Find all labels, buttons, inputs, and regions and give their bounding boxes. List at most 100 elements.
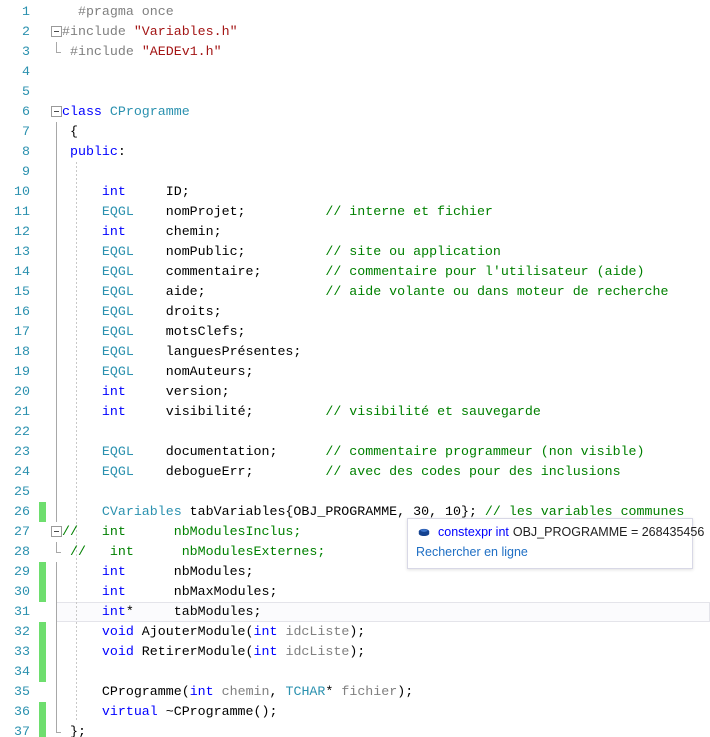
change-indicator-bar [39, 242, 46, 262]
code-line[interactable]: 31 int* tabModules; [0, 602, 710, 622]
code-text[interactable]: EQGL languesPrésentes; [62, 342, 302, 362]
collapse-toggle-icon[interactable] [51, 26, 62, 37]
code-text[interactable]: { [62, 122, 78, 142]
outlining-vertical-line [56, 462, 57, 482]
code-line[interactable]: 11 EQGL nomProjet; // interne et fichier [0, 202, 710, 222]
code-text[interactable]: EQGL documentation; // commentaire progr… [62, 442, 645, 462]
token-id: ID; [125, 184, 190, 199]
code-line[interactable]: 37 }; [0, 722, 710, 737]
code-line[interactable]: 3 #include "AEDEv1.h" [0, 42, 710, 62]
search-online-link[interactable]: Rechercher en ligne [416, 543, 684, 562]
token-typ: EQGL [101, 324, 134, 339]
code-line[interactable]: 1 #pragma once [0, 2, 710, 22]
outlining-vertical-line [56, 502, 57, 522]
code-line[interactable]: 24 EQGL debogueErr; // avec des codes po… [0, 462, 710, 482]
code-text[interactable]: void RetirerModule(int idcListe); [62, 642, 365, 662]
line-number: 34 [14, 664, 30, 679]
code-text[interactable]: EQGL motsClefs; [62, 322, 246, 342]
code-text[interactable]: CProgramme(int chemin, TCHAR* fichier); [62, 682, 413, 702]
code-text[interactable]: EQGL nomProjet; // interne et fichier [62, 202, 493, 222]
code-text[interactable]: int ID; [62, 182, 190, 202]
code-text[interactable]: EQGL nomAuteurs; [62, 362, 254, 382]
code-text[interactable]: int chemin; [62, 222, 222, 242]
code-text[interactable]: EQGL debogueErr; // avec des codes pour … [62, 462, 621, 482]
change-indicator-bar [39, 702, 46, 722]
code-text[interactable]: #pragma once [62, 2, 174, 22]
code-line[interactable]: 20 int version; [0, 382, 710, 402]
code-line[interactable]: 2 #include "Variables.h" [0, 22, 710, 42]
code-text[interactable]: // int nbModulesExternes; [62, 542, 325, 562]
code-line[interactable]: 17 EQGL motsClefs; [0, 322, 710, 342]
code-text[interactable]: virtual ~CProgramme(); [62, 702, 278, 722]
collapse-toggle-icon[interactable] [51, 106, 62, 117]
token-punct [62, 504, 102, 519]
collapse-toggle-icon[interactable] [51, 526, 62, 537]
code-text[interactable]: int* tabModules; [62, 602, 262, 622]
code-line[interactable]: 10 int ID; [0, 182, 710, 202]
code-line[interactable]: 6 class CProgramme [0, 102, 710, 122]
code-line[interactable]: 7 { [0, 122, 710, 142]
token-id: CProgramme( [101, 684, 190, 699]
code-line[interactable]: 23 EQGL documentation; // commentaire pr… [0, 442, 710, 462]
line-number: 7 [22, 124, 30, 139]
line-number: 2 [22, 24, 30, 39]
token-punct: : [117, 144, 126, 159]
code-line[interactable]: 19 EQGL nomAuteurs; [0, 362, 710, 382]
change-indicator-bar [39, 722, 46, 737]
code-text[interactable]: // int nbModulesInclus; [62, 522, 301, 542]
line-number: 4 [22, 64, 30, 79]
outlining-vertical-line [56, 162, 57, 182]
code-text[interactable]: EQGL commentaire; // commentaire pour l'… [62, 262, 645, 282]
change-indicator-bar [39, 302, 46, 322]
code-line[interactable]: 32 void AjouterModule(int idcListe); [0, 622, 710, 642]
token-punct [62, 244, 102, 259]
code-line[interactable]: 25 [0, 482, 710, 502]
token-punct [62, 284, 102, 299]
token-id: * [325, 684, 342, 699]
line-number: 28 [14, 544, 30, 559]
code-text[interactable]: #include "Variables.h" [62, 22, 238, 42]
outlining-vertical-line [56, 422, 57, 442]
code-line[interactable]: 35 CProgramme(int chemin, TCHAR* fichier… [0, 682, 710, 702]
code-text[interactable]: int version; [62, 382, 230, 402]
code-line[interactable]: 8 public: [0, 142, 710, 162]
outlining-vertical-line [56, 362, 57, 382]
code-line[interactable]: 18 EQGL languesPrésentes; [0, 342, 710, 362]
code-text[interactable]: EQGL aide; // aide volante ou dans moteu… [62, 282, 669, 302]
code-line[interactable]: 21 int visibilité; // visibilité et sauv… [0, 402, 710, 422]
code-line[interactable]: 33 void RetirerModule(int idcListe); [0, 642, 710, 662]
code-text[interactable]: class CProgramme [62, 102, 190, 122]
code-line[interactable]: 13 EQGL nomPublic; // site ou applicatio… [0, 242, 710, 262]
outlining-column [50, 482, 66, 502]
code-text[interactable]: }; [62, 722, 86, 737]
token-kw: int [253, 644, 278, 659]
code-line[interactable]: 14 EQGL commentaire; // commentaire pour… [0, 262, 710, 282]
code-line[interactable]: 16 EQGL droits; [0, 302, 710, 322]
code-line[interactable]: 30 int nbMaxModules; [0, 582, 710, 602]
code-text[interactable]: EQGL nomPublic; // site ou application [62, 242, 501, 262]
code-line[interactable]: 9 [0, 162, 710, 182]
code-text[interactable]: #include "AEDEv1.h" [62, 42, 222, 62]
code-text[interactable]: int visibilité; // visibilité et sauvega… [62, 402, 541, 422]
code-text[interactable]: void AjouterModule(int idcListe); [62, 622, 365, 642]
line-number: 25 [14, 484, 30, 499]
code-text[interactable]: public: [62, 142, 126, 162]
code-line[interactable]: 5 [0, 82, 710, 102]
code-line[interactable]: 15 EQGL aide; // aide volante ou dans mo… [0, 282, 710, 302]
token-punct [62, 684, 102, 699]
code-text[interactable]: EQGL droits; [62, 302, 222, 322]
token-cmt: // les variables communes [484, 504, 685, 519]
token-kw: void [101, 644, 134, 659]
code-line[interactable]: 34 [0, 662, 710, 682]
line-number: 31 [14, 604, 30, 619]
code-text[interactable]: int nbMaxModules; [62, 582, 278, 602]
code-line[interactable]: 36 virtual ~CProgramme(); [0, 702, 710, 722]
code-line[interactable]: 4 [0, 62, 710, 82]
code-text[interactable]: int nbModules; [62, 562, 254, 582]
token-typ: EQGL [101, 344, 134, 359]
code-line[interactable]: 12 int chemin; [0, 222, 710, 242]
code-line[interactable]: 22 [0, 422, 710, 442]
line-number: 24 [14, 464, 30, 479]
token-pre: #include [62, 24, 134, 39]
code-editor[interactable]: 1 #pragma once 2 #include "Variables.h" 3 #… [0, 0, 710, 737]
